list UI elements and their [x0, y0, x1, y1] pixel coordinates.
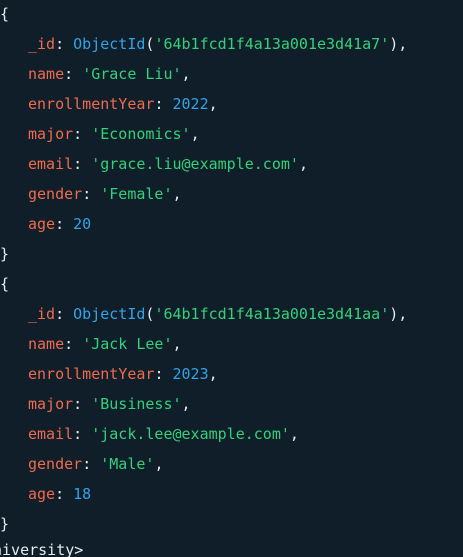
field-row: name: 'Grace Liu', — [28, 65, 191, 83]
field-value: 'Grace Liu' — [82, 65, 182, 83]
field-key: age — [28, 215, 56, 233]
field-key: gender — [28, 185, 83, 203]
field-row: major: 'Economics', — [28, 125, 200, 143]
field-key: major — [28, 395, 74, 413]
field-value: 'Business' — [91, 395, 182, 413]
field-value: 18 — [73, 485, 92, 503]
field-row: major: 'Business', — [28, 395, 191, 413]
objectid-value: '64b1fcd1f4a13a001e3d41a7' — [154, 35, 390, 53]
field-key: enrollmentYear — [28, 365, 155, 383]
field-value: 'grace.liu@example.com' — [91, 155, 299, 173]
field-row: _id: ObjectId('64b1fcd1f4a13a001e3d41a7'… — [28, 35, 408, 53]
field-value: 'jack.lee@example.com' — [91, 425, 290, 443]
shell-prompt[interactable]: niversity> — [0, 540, 83, 557]
field-row: email: 'grace.liu@example.com', — [28, 155, 308, 173]
objectid-fn: ObjectId — [73, 305, 146, 323]
field-row: _id: ObjectId('64b1fcd1f4a13a001e3d41aa'… — [28, 305, 408, 323]
field-row: name: 'Jack Lee', — [28, 335, 182, 353]
field-key: enrollmentYear — [28, 95, 155, 113]
field-row: gender: 'Female', — [28, 185, 182, 203]
field-value: 'Economics' — [91, 125, 191, 143]
field-value: 2022 — [172, 95, 209, 113]
field-row: enrollmentYear: 2023, — [28, 365, 218, 383]
field-key: name — [28, 335, 65, 353]
field-row: gender: 'Male', — [28, 455, 164, 473]
mongo-shell-output: { _id: ObjectId('64b1fcd1f4a13a001e3d41a… — [0, 0, 463, 557]
document-2-close-brace: } — [0, 515, 10, 533]
field-key: email — [28, 155, 74, 173]
field-key: email — [28, 425, 74, 443]
field-row: enrollmentYear: 2022, — [28, 95, 218, 113]
document-1-open-brace: { — [0, 5, 10, 23]
objectid-fn: ObjectId — [73, 35, 146, 53]
field-key: _id — [28, 305, 56, 323]
field-value: 2023 — [172, 365, 209, 383]
field-key: gender — [28, 455, 83, 473]
field-value: 20 — [73, 215, 92, 233]
field-row: age: 20 — [28, 215, 92, 233]
field-key: major — [28, 125, 74, 143]
field-value: 'Female' — [100, 185, 173, 203]
document-2-open-brace: { — [0, 275, 10, 293]
field-key: name — [28, 65, 65, 83]
document-1-close-brace: } — [0, 245, 10, 263]
field-key: age — [28, 485, 56, 503]
field-value: 'Jack Lee' — [82, 335, 173, 353]
field-row: age: 18 — [28, 485, 92, 503]
field-value: 'Male' — [100, 455, 155, 473]
field-key: _id — [28, 35, 56, 53]
objectid-value: '64b1fcd1f4a13a001e3d41aa' — [154, 305, 390, 323]
field-row: email: 'jack.lee@example.com', — [28, 425, 299, 443]
